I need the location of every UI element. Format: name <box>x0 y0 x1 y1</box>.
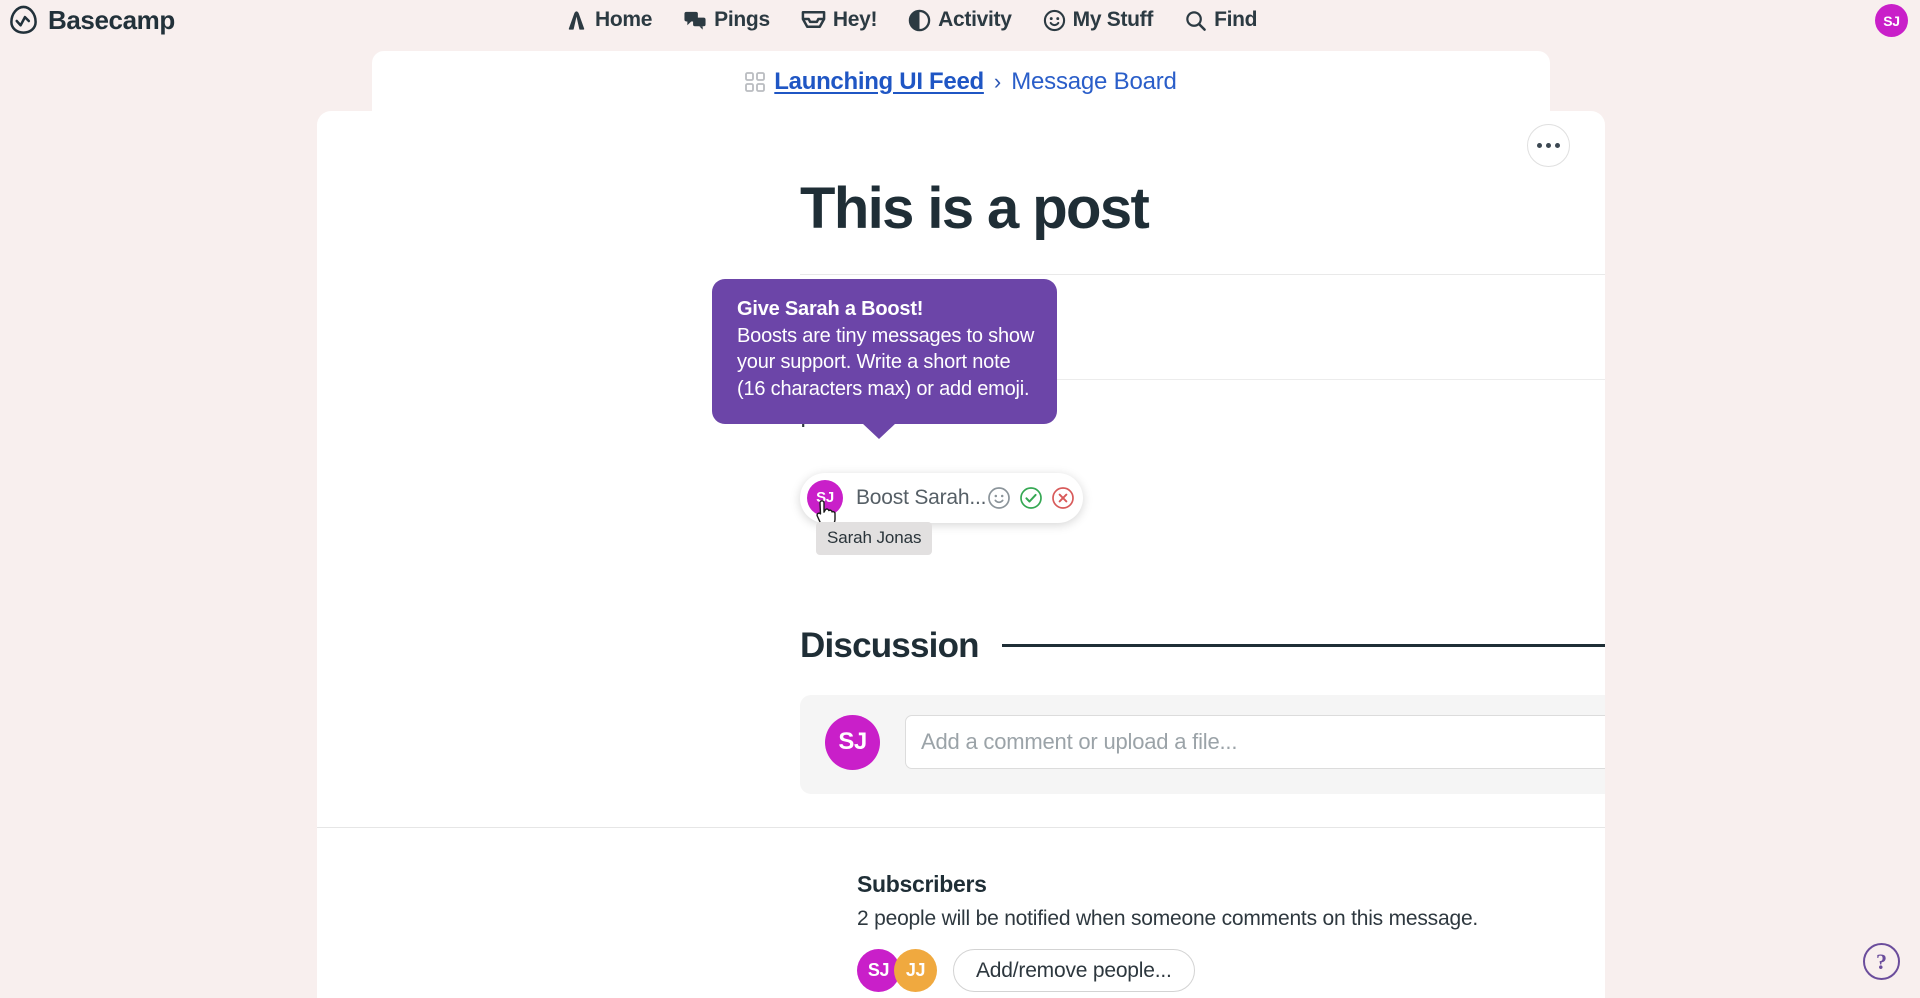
title-divider <box>800 273 1605 275</box>
account-avatar[interactable]: SJ <box>1875 4 1908 37</box>
breadcrumb-separator: › <box>993 68 1002 94</box>
message-content: This is a post Sarah Jonas h I Give Sara… <box>712 176 1605 794</box>
grid-squares-icon <box>745 71 766 92</box>
nav-item-hey[interactable]: Hey! <box>801 8 877 32</box>
subscribers-row: SJ JJ Add/remove people... <box>857 949 1605 992</box>
home-icon <box>565 9 588 32</box>
nav-item-pings-label: Pings <box>714 8 770 31</box>
nav-item-pings[interactable]: Pings <box>683 8 770 32</box>
breadcrumb-bar: Launching UI Feed › Message Board <box>372 51 1550 112</box>
inbox-tray-icon <box>801 9 826 31</box>
boost-input[interactable] <box>843 485 987 510</box>
discussion-title: Discussion <box>800 625 980 665</box>
more-options-button[interactable] <box>1527 124 1570 167</box>
help-button[interactable]: ? <box>1863 943 1900 980</box>
nav-item-activity-label: Activity <box>938 8 1012 31</box>
comment-input[interactable] <box>905 714 1605 769</box>
dot-2 <box>1546 143 1551 148</box>
boost-coach-body: Boosts are tiny messages to show your su… <box>737 324 1035 400</box>
boost-coach-title: Give Sarah a Boost! <box>737 297 924 320</box>
chat-bubbles-icon <box>683 9 707 32</box>
comment-composer: SJ <box>800 694 1605 794</box>
app-root: Basecamp Home Pings Hey! Activity My Stu… <box>0 0 1920 998</box>
boost-composer-area: Give Sarah a Boost! Boosts are tiny mess… <box>712 278 1605 555</box>
nav-item-activity[interactable]: Activity <box>908 8 1012 32</box>
brand-name: Basecamp <box>48 4 175 35</box>
avatar-name-tooltip: Sarah Jonas <box>816 521 933 555</box>
breadcrumb-current-link[interactable]: Message Board <box>1011 68 1177 96</box>
subscribers-title: Subscribers <box>857 871 987 897</box>
nav-item-home-label: Home <box>595 8 653 31</box>
discussion-rule <box>1001 644 1605 648</box>
nav-item-home[interactable]: Home <box>565 8 652 32</box>
subscribers-note: 2 people will be notified when someone c… <box>857 907 1479 930</box>
boost-input-pill: SJ <box>800 472 1083 523</box>
basecamp-logo-icon <box>8 5 39 36</box>
nav-item-find[interactable]: Find <box>1184 8 1257 32</box>
dot-1 <box>1537 143 1542 148</box>
breadcrumb-project-link[interactable]: Launching UI Feed <box>774 68 984 96</box>
cancel-icon[interactable] <box>1051 486 1075 510</box>
brand-home-link[interactable]: Basecamp <box>8 0 175 40</box>
nav-item-hey-label: Hey! <box>832 8 878 31</box>
comment-author-avatar[interactable]: SJ <box>825 714 880 770</box>
subscribers-divider <box>317 827 1605 828</box>
confirm-icon[interactable] <box>1019 486 1043 510</box>
page-title: This is a post <box>800 176 1150 241</box>
boost-author-avatar[interactable]: SJ <box>807 479 843 516</box>
boost-coach-tooltip: Give Sarah a Boost! Boosts are tiny mess… <box>712 278 1057 440</box>
nav-item-my-stuff-label: My Stuff <box>1072 8 1154 31</box>
search-icon <box>1184 9 1207 32</box>
discussion-header: Discussion <box>800 626 1605 666</box>
add-remove-people-button[interactable]: Add/remove people... <box>953 949 1195 992</box>
smiley-face-icon <box>1043 9 1066 32</box>
breadcrumb: Launching UI Feed › Message Board <box>745 68 1177 96</box>
primary-nav-links: Home Pings Hey! Activity My Stuff Find <box>565 0 1257 40</box>
nav-item-my-stuff[interactable]: My Stuff <box>1043 8 1153 32</box>
top-navigation-bar: Basecamp Home Pings Hey! Activity My Stu… <box>0 0 1920 40</box>
boost-actions <box>987 486 1075 510</box>
pie-clock-icon <box>908 9 931 32</box>
subscriber-avatar-jj[interactable]: JJ <box>894 949 937 992</box>
message-card: This is a post Sarah Jonas h I Give Sara… <box>317 111 1605 998</box>
nav-item-find-label: Find <box>1214 8 1258 31</box>
dot-3 <box>1555 143 1560 148</box>
subscribers-section: Subscribers 2 people will be notified wh… <box>857 871 1605 992</box>
tooltip-pointer <box>862 423 896 440</box>
emoji-icon[interactable] <box>987 486 1011 510</box>
